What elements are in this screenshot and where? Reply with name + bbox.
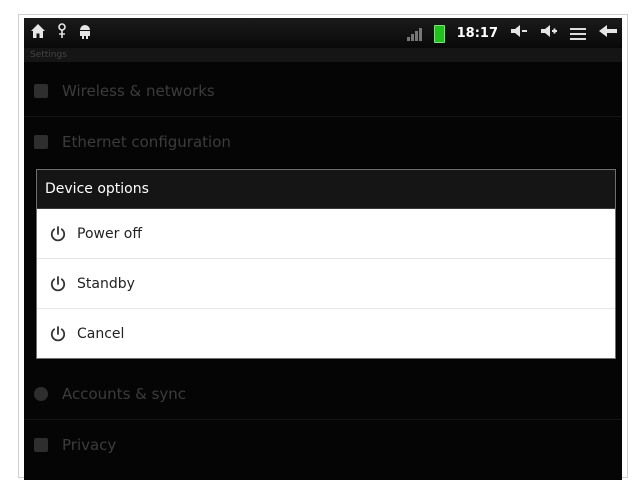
dialog-options-list: Power off Standby Cancel — [37, 209, 615, 358]
volume-up-icon[interactable] — [540, 23, 558, 44]
cancel-option[interactable]: Cancel — [37, 309, 615, 358]
option-label: Standby — [77, 275, 135, 292]
device-options-dialog: Device options Power off Standby Cancel — [36, 169, 616, 359]
settings-header: Settings — [24, 48, 622, 62]
usb-icon — [56, 23, 68, 44]
device-screen: 18:17 Settings Wireless & networks Ether… — [24, 18, 622, 480]
option-label: Power off — [77, 225, 142, 242]
status-bar-left — [30, 23, 92, 44]
settings-item-wireless: Wireless & networks — [24, 66, 622, 116]
settings-item-label: Privacy — [62, 436, 117, 454]
back-icon[interactable] — [598, 23, 618, 44]
power-icon — [49, 275, 67, 293]
settings-item-label: Ethernet configuration — [62, 133, 231, 151]
ethernet-icon — [34, 135, 48, 149]
settings-item-label: Wireless & networks — [62, 82, 215, 100]
settings-item-ethernet: Ethernet configuration — [24, 117, 622, 167]
power-icon — [49, 325, 67, 343]
dialog-title: Device options — [37, 170, 615, 209]
volume-down-icon[interactable] — [510, 23, 528, 44]
status-bar: 18:17 — [24, 18, 622, 48]
status-bar-right: 18:17 — [406, 23, 618, 44]
sync-icon — [34, 387, 48, 401]
settings-item-privacy: Privacy — [24, 420, 622, 470]
battery-icon — [433, 24, 445, 43]
android-debug-icon — [78, 23, 92, 44]
settings-item-label: Accounts & sync — [62, 385, 187, 403]
signal-icon — [406, 27, 422, 41]
status-clock: 18:17 — [456, 26, 498, 41]
home-icon[interactable] — [30, 23, 46, 44]
menu-icon[interactable] — [570, 27, 586, 40]
standby-option[interactable]: Standby — [37, 259, 615, 309]
power-icon — [49, 225, 67, 243]
option-label: Cancel — [77, 325, 125, 342]
privacy-icon — [34, 438, 48, 452]
power-off-option[interactable]: Power off — [37, 209, 615, 259]
settings-item-accounts: Accounts & sync — [24, 369, 622, 419]
wifi-icon — [34, 84, 48, 98]
